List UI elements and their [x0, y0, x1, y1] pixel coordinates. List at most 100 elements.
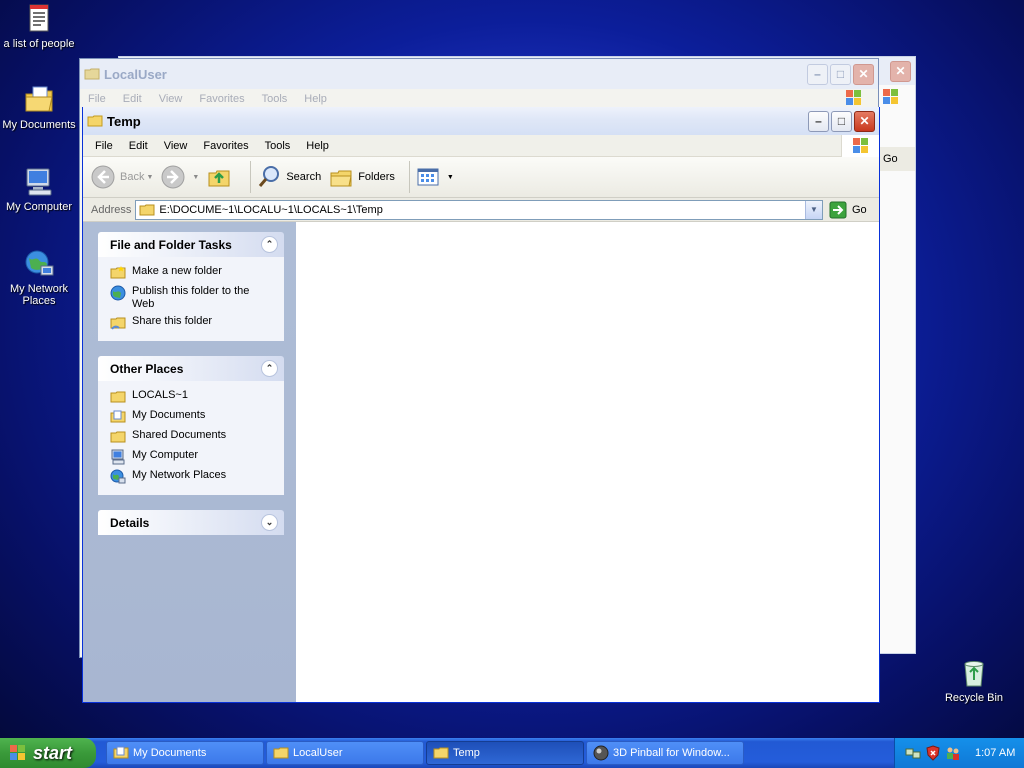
- windows-flag-icon: [841, 135, 879, 157]
- my-documents-icon: [23, 84, 55, 116]
- file-folder-tasks-header[interactable]: File and Folder Tasks ⌃: [98, 232, 284, 257]
- menu-edit[interactable]: Edit: [123, 93, 142, 105]
- chevron-down-icon[interactable]: ▼: [805, 200, 822, 219]
- folders-button[interactable]: Folders: [329, 165, 395, 189]
- close-button[interactable]: ✕: [853, 63, 874, 85]
- menu-tools[interactable]: Tools: [265, 140, 291, 152]
- menu-edit[interactable]: Edit: [129, 140, 148, 152]
- search-icon: [257, 165, 281, 189]
- start-button[interactable]: start: [0, 738, 96, 768]
- views-button[interactable]: ▼: [416, 165, 454, 189]
- other-places-locals-link[interactable]: LOCALS~1: [110, 387, 274, 407]
- background-go-button[interactable]: Go: [879, 147, 915, 171]
- share-folder-link[interactable]: Share this folder: [110, 313, 274, 333]
- maximize-button[interactable]: □: [831, 110, 852, 132]
- go-button[interactable]: Go: [829, 201, 875, 219]
- up-folder-button[interactable]: [207, 165, 236, 189]
- menu-view[interactable]: View: [159, 93, 183, 105]
- details-panel: Details ⌄: [98, 510, 284, 535]
- my-documents-icon: [110, 409, 126, 425]
- network-tray-icon[interactable]: [905, 745, 921, 761]
- chevron-down-icon[interactable]: ▼: [146, 174, 153, 181]
- views-icon: [416, 165, 440, 189]
- chevron-down-icon[interactable]: ▼: [447, 174, 454, 181]
- desktop-icon-recycle-bin[interactable]: Recycle Bin: [935, 657, 1013, 704]
- pinball-icon: [593, 745, 609, 761]
- windows-flag-icon: [8, 743, 28, 763]
- folder-icon: [84, 66, 100, 82]
- menu-help[interactable]: Help: [306, 140, 329, 152]
- my-documents-icon: [113, 745, 129, 761]
- clock[interactable]: 1:07 AM: [975, 747, 1015, 759]
- system-tray: 1:07 AM: [894, 738, 1024, 768]
- up-folder-icon: [207, 165, 231, 189]
- task-3d-pinball[interactable]: 3D Pinball for Window...: [586, 741, 744, 765]
- menu-file[interactable]: File: [95, 140, 113, 152]
- chevron-down-icon[interactable]: ⌄: [261, 514, 278, 531]
- other-places-header[interactable]: Other Places ⌃: [98, 356, 284, 381]
- publish-folder-web-link[interactable]: Publish this folder to the Web: [110, 283, 274, 313]
- taskbar: start My Documents LocalUser Temp 3D Pin…: [0, 738, 1024, 768]
- other-places-network-link[interactable]: My Network Places: [110, 467, 274, 487]
- minimize-button[interactable]: –: [808, 110, 829, 132]
- close-button[interactable]: ✕: [854, 110, 875, 132]
- windows-flag-icon: [877, 87, 905, 107]
- menu-view[interactable]: View: [164, 140, 188, 152]
- task-temp[interactable]: Temp: [426, 741, 584, 765]
- menu-tools[interactable]: Tools: [262, 93, 288, 105]
- window-content: File and Folder Tasks ⌃ Make a new folde…: [83, 222, 879, 702]
- chevron-up-icon[interactable]: ⌃: [261, 236, 278, 253]
- desktop-icon-network-places[interactable]: My Network Places: [0, 248, 78, 307]
- search-button[interactable]: Search: [257, 165, 321, 189]
- folder-icon: [433, 745, 449, 761]
- recycle-bin-icon: [958, 657, 990, 689]
- chevron-up-icon[interactable]: ⌃: [261, 360, 278, 377]
- close-icon[interactable]: ✕: [890, 60, 911, 82]
- localuser-menubar: File Edit View Favorites Tools Help: [80, 89, 878, 109]
- desktop-icon-list-of-people[interactable]: a list of people: [0, 3, 78, 50]
- my-computer-icon: [23, 166, 55, 198]
- users-tray-icon[interactable]: [945, 745, 961, 761]
- toolbar-separator: [408, 161, 410, 193]
- globe-icon: [110, 285, 126, 301]
- forward-button[interactable]: ▼: [161, 165, 199, 189]
- desktop-icon-my-computer[interactable]: My Computer: [0, 166, 78, 213]
- my-computer-icon: [110, 449, 126, 465]
- menu-file[interactable]: File: [88, 93, 106, 105]
- make-new-folder-link[interactable]: Make a new folder: [110, 263, 274, 283]
- minimize-button[interactable]: –: [807, 63, 828, 85]
- new-folder-icon: [110, 265, 126, 281]
- localuser-titlebar[interactable]: LocalUser – □ ✕: [80, 59, 878, 89]
- address-value: E:\DOCUME~1\LOCALU~1\LOCALS~1\Temp: [159, 203, 383, 216]
- desktop-icon-my-documents[interactable]: My Documents: [0, 84, 78, 131]
- other-places-my-documents-link[interactable]: My Documents: [110, 407, 274, 427]
- menu-favorites[interactable]: Favorites: [199, 93, 244, 105]
- other-places-my-computer-link[interactable]: My Computer: [110, 447, 274, 467]
- go-arrow-icon: [829, 201, 847, 219]
- forward-arrow-icon: [161, 165, 185, 189]
- menu-help[interactable]: Help: [304, 93, 327, 105]
- folder-icon: [110, 389, 126, 405]
- folder-icon: [87, 113, 103, 129]
- file-list-area[interactable]: [296, 222, 879, 702]
- folder-icon: [273, 745, 289, 761]
- toolbar-separator: [250, 161, 252, 193]
- standard-toolbar: Back ▼ ▼ Search Folders ▼: [83, 157, 879, 198]
- folder-icon: [110, 429, 126, 445]
- temp-titlebar[interactable]: Temp – □ ✕: [83, 107, 879, 135]
- maximize-button[interactable]: □: [830, 63, 851, 85]
- security-shield-icon[interactable]: [925, 745, 941, 761]
- task-localuser[interactable]: LocalUser: [266, 741, 424, 765]
- back-button[interactable]: Back ▼: [91, 165, 153, 189]
- window-title: Temp: [107, 113, 141, 129]
- address-input[interactable]: E:\DOCUME~1\LOCALU~1\LOCALS~1\Temp ▼: [135, 199, 823, 220]
- details-header[interactable]: Details ⌄: [98, 510, 284, 535]
- other-places-shared-documents-link[interactable]: Shared Documents: [110, 427, 274, 447]
- network-places-icon: [110, 469, 126, 485]
- temp-window[interactable]: Temp – □ ✕ File Edit View Favorites Tool…: [82, 107, 880, 703]
- other-places-panel: Other Places ⌃ LOCALS~1 My Documents Sha…: [98, 356, 284, 495]
- menu-favorites[interactable]: Favorites: [203, 140, 248, 152]
- file-folder-tasks-panel: File and Folder Tasks ⌃ Make a new folde…: [98, 232, 284, 341]
- task-my-documents[interactable]: My Documents: [106, 741, 264, 765]
- chevron-down-icon[interactable]: ▼: [192, 174, 199, 181]
